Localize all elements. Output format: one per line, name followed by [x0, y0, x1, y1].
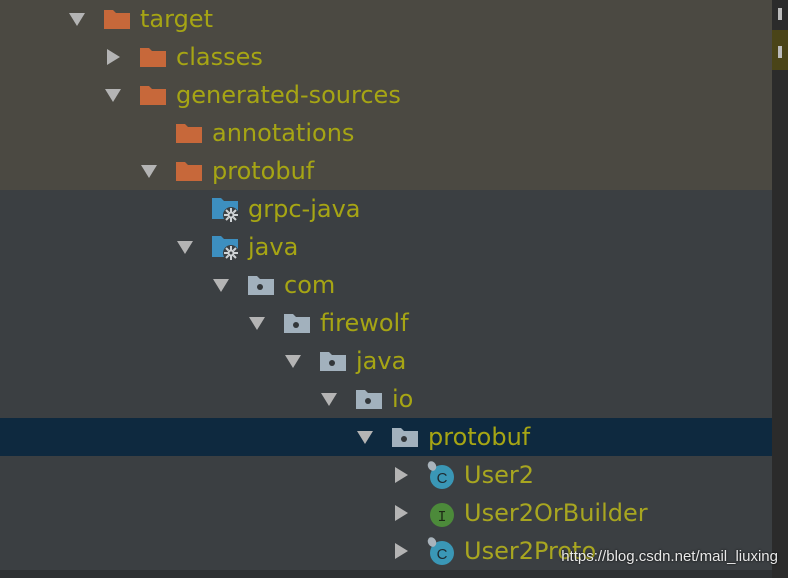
- orange-folder-icon: [138, 42, 168, 72]
- tree-row[interactable]: C User2: [0, 456, 772, 494]
- tree-row[interactable]: I User2OrBuilder: [0, 494, 772, 532]
- java-interface-icon: I: [426, 498, 456, 528]
- java-class-icon: C: [426, 460, 456, 490]
- gutter-marker: [778, 8, 782, 20]
- tree-row[interactable]: grpc-java: [0, 190, 772, 228]
- expand-arrow-down-icon[interactable]: [104, 87, 122, 103]
- tree-row[interactable]: annotations: [0, 114, 772, 152]
- expand-arrow-down-icon[interactable]: [176, 239, 194, 255]
- horizontal-scrollbar[interactable]: [0, 570, 772, 578]
- tree-row[interactable]: java: [0, 342, 772, 380]
- tree-item-label: protobuf: [212, 157, 315, 185]
- tree-item-label: grpc-java: [248, 195, 361, 223]
- expand-arrow-down-icon[interactable]: [284, 353, 302, 369]
- collapse-arrow-right-icon[interactable]: [392, 467, 410, 483]
- svg-text:C: C: [437, 546, 448, 563]
- tree-item-label: annotations: [212, 119, 355, 147]
- tree-item-label: generated-sources: [176, 81, 401, 109]
- generated-source-root-icon: [210, 232, 240, 262]
- tree-row[interactable]: classes: [0, 38, 772, 76]
- svg-text:I: I: [437, 509, 446, 526]
- tree-row[interactable]: target: [0, 0, 772, 38]
- orange-folder-icon: [174, 156, 204, 186]
- tree-row[interactable]: com: [0, 266, 772, 304]
- package-folder-icon: [246, 270, 276, 300]
- tree-item-label: target: [140, 5, 213, 33]
- orange-folder-icon: [102, 4, 132, 34]
- tree-row[interactable]: firewolf: [0, 304, 772, 342]
- tree-item-label: firewolf: [320, 309, 409, 337]
- expand-arrow-down-icon[interactable]: [68, 11, 86, 27]
- orange-folder-icon: [138, 80, 168, 110]
- tree-item-label: io: [392, 385, 414, 413]
- gutter-marker: [778, 46, 782, 58]
- tree-row[interactable]: protobuf: [0, 152, 772, 190]
- tree-item-label: User2: [464, 461, 534, 489]
- svg-text:C: C: [437, 470, 448, 487]
- generated-source-root-icon: [210, 194, 240, 224]
- editor-gutter-strip: [772, 0, 788, 578]
- watermark-text: https://blog.csdn.net/mail_liuxing: [561, 548, 778, 565]
- expand-arrow-down-icon[interactable]: [212, 277, 230, 293]
- package-folder-icon: [282, 308, 312, 338]
- tree-row[interactable]: protobuf: [0, 418, 772, 456]
- tree-item-label: User2OrBuilder: [464, 499, 648, 527]
- orange-folder-icon: [174, 118, 204, 148]
- expand-arrow-down-icon[interactable]: [248, 315, 266, 331]
- collapse-arrow-right-icon[interactable]: [392, 543, 410, 559]
- tree-row[interactable]: java: [0, 228, 772, 266]
- project-tree: target classes generated-sources annotation…: [0, 0, 772, 578]
- expand-arrow-down-icon[interactable]: [320, 391, 338, 407]
- package-folder-icon: [390, 422, 420, 452]
- tree-item-label: com: [284, 271, 336, 299]
- tree-row[interactable]: io: [0, 380, 772, 418]
- tree-item-label: java: [248, 233, 299, 261]
- collapse-arrow-right-icon[interactable]: [104, 49, 122, 65]
- package-folder-icon: [318, 346, 348, 376]
- collapse-arrow-right-icon[interactable]: [392, 505, 410, 521]
- expand-arrow-down-icon[interactable]: [140, 163, 158, 179]
- tree-item-label: classes: [176, 43, 263, 71]
- java-class-icon: C: [426, 536, 456, 566]
- tree-item-label: protobuf: [428, 423, 531, 451]
- expand-arrow-down-icon[interactable]: [356, 429, 374, 445]
- tree-item-label: java: [356, 347, 407, 375]
- package-folder-icon: [354, 384, 384, 414]
- tree-row[interactable]: generated-sources: [0, 76, 772, 114]
